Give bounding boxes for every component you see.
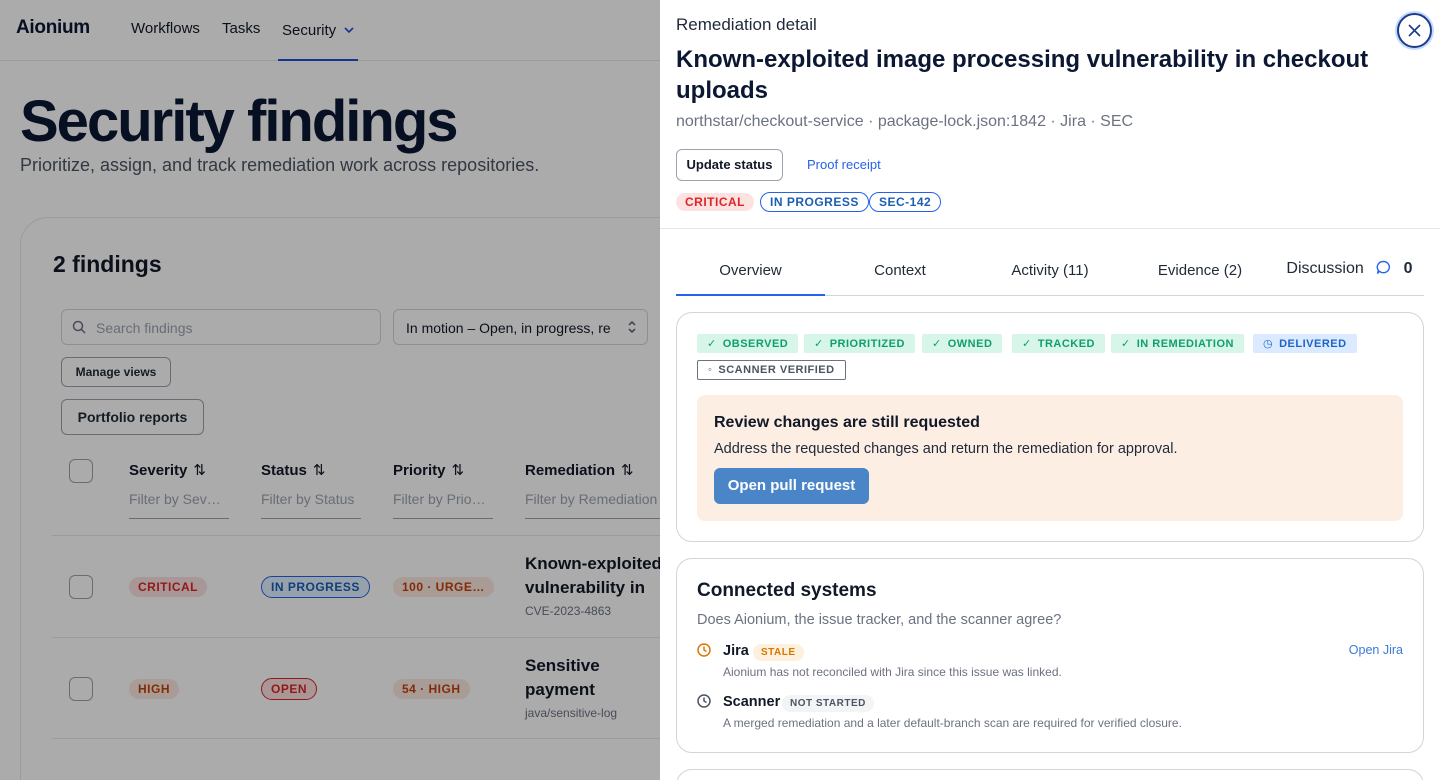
remediation-drawer: Remediation detail Known-exploited image… <box>660 0 1440 780</box>
tab-evidence[interactable]: Evidence (2) <box>1125 246 1275 296</box>
stage-label: OWNED <box>947 338 993 350</box>
stage-label: PRIORITIZED <box>829 338 905 350</box>
check-icon: ✓ <box>1022 338 1032 350</box>
jira-name: Jira <box>723 643 749 659</box>
tab-activity[interactable]: Activity (11) <box>975 246 1125 296</box>
chat-bubble-icon <box>1376 260 1391 279</box>
next-panel <box>676 769 1424 780</box>
ticket-badge[interactable]: SEC-142 <box>869 192 942 212</box>
scanner-name: Scanner <box>723 694 781 710</box>
open-pull-request-button[interactable]: Open pull request <box>714 468 869 504</box>
drawer-meta: northstar/checkout-service · package-loc… <box>676 113 1134 130</box>
lifecycle-panel: ✓ OBSERVED ✓ PRIORITIZED ✓ OWNED ✓ TRACKED ✓… <box>676 312 1424 542</box>
pending-dot-icon: ◦ <box>708 364 713 376</box>
header-divider <box>660 228 1440 229</box>
check-icon: ✓ <box>1121 338 1131 350</box>
check-icon: ✓ <box>707 338 717 350</box>
update-status-button[interactable]: Update status <box>676 149 783 181</box>
connected-systems-question: Does Aionium, the issue tracker, and the… <box>697 612 1062 628</box>
stage-delivered: ◷ DELIVERED <box>1253 334 1357 353</box>
stage-label: DELIVERED <box>1279 338 1347 350</box>
tab-discussion-label: Discussion <box>1286 260 1364 277</box>
stage-label: OBSERVED <box>722 338 789 350</box>
clock-warning-icon <box>697 643 711 662</box>
proof-receipt-link[interactable]: Proof receipt <box>807 157 881 172</box>
drawer-kicker: Remediation detail <box>676 15 817 34</box>
connected-systems-panel: Connected systems Does Aionium, the issu… <box>676 558 1424 753</box>
close-button[interactable] <box>1397 13 1432 48</box>
tab-context[interactable]: Context <box>825 246 975 296</box>
check-icon: ✓ <box>932 338 942 350</box>
tab-discussion[interactable]: Discussion 0 <box>1275 244 1424 294</box>
stage-owned: ✓ OWNED <box>922 334 1003 353</box>
jira-description: Aionium has not reconciled with Jira sin… <box>723 665 1062 679</box>
stage-observed: ✓ OBSERVED <box>697 334 799 353</box>
stage-label: IN REMEDIATION <box>1136 338 1234 350</box>
review-alert: Review changes are still requested Addre… <box>697 395 1403 521</box>
not-started-badge: NOT STARTED <box>782 695 874 712</box>
check-icon: ✓ <box>814 338 824 350</box>
alert-description: Address the requested changes and return… <box>714 441 1178 457</box>
stale-badge: STALE <box>753 644 804 661</box>
connected-systems-title: Connected systems <box>697 580 877 601</box>
stage-prioritized: ✓ PRIORITIZED <box>804 334 915 353</box>
stage-label: TRACKED <box>1037 338 1095 350</box>
alert-title: Review changes are still requested <box>714 414 980 431</box>
stage-tracked: ✓ TRACKED <box>1012 334 1105 353</box>
stage-label: SCANNER VERIFIED <box>718 364 835 376</box>
modal-backdrop[interactable] <box>0 0 660 780</box>
drawer-title: Known-exploited image processing vulnera… <box>676 46 1369 104</box>
clock-icon: ◷ <box>1263 338 1274 350</box>
open-jira-link[interactable]: Open Jira <box>1349 643 1403 657</box>
drawer-tabs: Overview Context Activity (11) Evidence … <box>676 246 1424 296</box>
severity-badge: CRITICAL <box>676 193 754 211</box>
discussion-count: 0 <box>1403 260 1413 277</box>
stage-in-remediation: ✓ IN REMEDIATION <box>1111 334 1244 353</box>
clock-icon <box>697 694 711 713</box>
scanner-description: A merged remediation and a later default… <box>723 716 1182 730</box>
status-badge: IN PROGRESS <box>760 192 869 212</box>
close-icon <box>1408 24 1421 37</box>
tab-overview[interactable]: Overview <box>676 246 825 296</box>
stage-scanner-verified: ◦ SCANNER VERIFIED <box>697 360 846 380</box>
